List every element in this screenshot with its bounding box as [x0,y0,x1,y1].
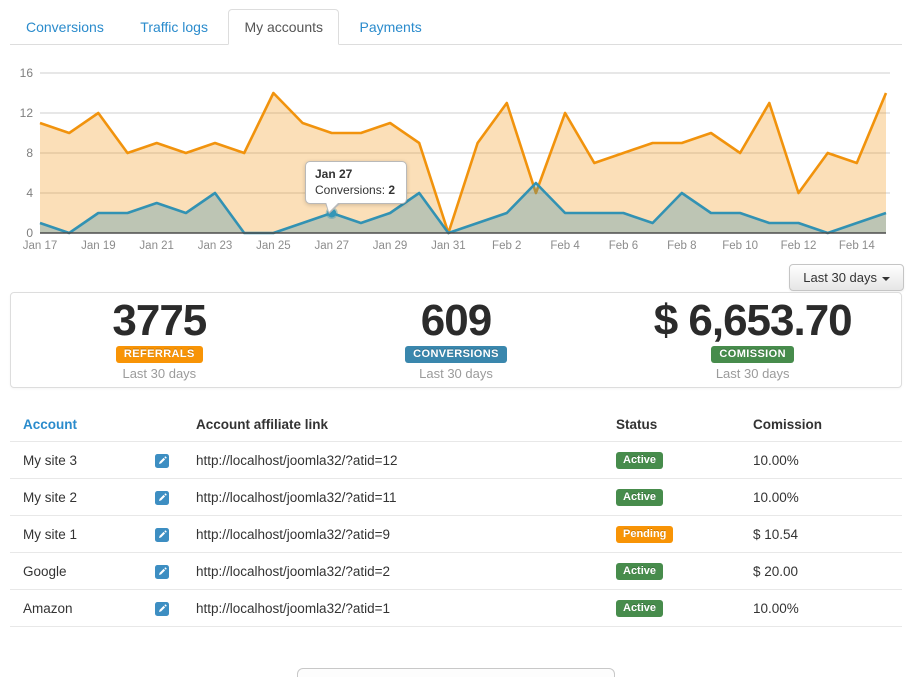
svg-text:Jan 31: Jan 31 [431,240,466,252]
svg-text:16: 16 [20,66,34,80]
affiliate-link: http://localhost/joomla32/?atid=1 [196,590,616,627]
svg-text:Jan 17: Jan 17 [23,240,58,252]
svg-text:Feb 12: Feb 12 [781,240,817,252]
edit-account-icon[interactable] [155,565,169,579]
column-header-comission: Comission [753,408,902,442]
account-name: Google [10,553,155,590]
tab-traffic-logs[interactable]: Traffic logs [124,9,224,45]
tab-my-accounts[interactable]: My accounts [228,9,339,45]
comission-value: 10.00% [753,442,902,479]
chart-plot-area[interactable]: 0 4 8 12 16 Jan 17 Jan 19 Jan 21 Jan 23 Jan 25 Jan… [0,58,912,260]
svg-text:Feb 4: Feb 4 [550,240,580,252]
edit-account-icon[interactable] [155,528,169,542]
account-name: My site 1 [10,516,155,553]
tab-conversions[interactable]: Conversions [10,9,120,45]
account-name: My site 3 [10,442,155,479]
svg-text:Feb 14: Feb 14 [839,240,875,252]
comission-value: $ 20.00 [753,553,902,590]
comission-value: 10.00% [753,479,902,516]
status-badge: Pending [616,526,673,543]
affiliate-link: http://localhost/joomla32/?atid=11 [196,479,616,516]
tab-payments[interactable]: Payments [343,9,437,45]
comission-amount: $ 6,653.70 [604,299,901,343]
table-row: Amazon http://localhost/joomla32/?atid=1A… [10,590,902,627]
tooltip-date: Jan 27 [315,166,395,182]
range-select-label: Last 30 days [803,270,877,285]
table-row: My site 3 http://localhost/joomla32/?atid… [10,442,902,479]
referrals-caption: Last 30 days [11,366,308,381]
accounts-table: Account Account affiliate link Status Co… [10,408,902,627]
affiliate-link: http://localhost/joomla32/?atid=12 [196,442,616,479]
comission-caption: Last 30 days [604,366,901,381]
tab-bar: Conversions Traffic logs My accounts Pay… [10,9,902,45]
tooltip-label: Conversions: [315,183,388,197]
stat-comission: $ 6,653.70 COMISSION Last 30 days [604,299,901,381]
svg-text:4: 4 [26,186,33,200]
table-row: My site 1 http://localhost/joomla32/?atid… [10,516,902,553]
status-badge: Active [616,563,663,580]
my-accounts-page: Conversions Traffic logs My accounts Pay… [0,0,912,677]
comission-value: 10.00% [753,590,902,627]
range-select-button[interactable]: Last 30 days [789,264,904,291]
comission-badge: COMISSION [711,346,794,363]
status-badge: Active [616,452,663,469]
svg-text:Jan 19: Jan 19 [81,240,116,252]
column-header-link: Account affiliate link [196,408,616,442]
svg-text:0: 0 [26,226,33,240]
affiliate-link: http://localhost/joomla32/?atid=9 [196,516,616,553]
table-row: Google http://localhost/joomla32/?atid=2A… [10,553,902,590]
referrals-count: 3775 [11,299,308,343]
tooltip-body: Conversions: 2 [315,182,395,198]
conversions-badge: CONVERSIONS [405,346,507,363]
status-badge: Active [616,489,663,506]
comission-value: $ 10.54 [753,516,902,553]
stat-referrals: 3775 REFERRALS Last 30 days [11,299,308,381]
stat-conversions: 609 CONVERSIONS Last 30 days [308,299,605,381]
svg-text:Feb 6: Feb 6 [609,240,638,252]
svg-text:8: 8 [26,146,33,160]
affiliate-link: http://localhost/joomla32/?atid=2 [196,553,616,590]
conversions-caption: Last 30 days [308,366,605,381]
stats-panel: 3775 REFERRALS Last 30 days 609 CONVERSI… [10,292,902,388]
tooltip-value: 2 [388,183,395,197]
table-header-row: Account Account affiliate link Status Co… [10,408,902,442]
status-badge: Active [616,600,663,617]
column-header-account[interactable]: Account [10,408,155,442]
account-name: My site 2 [10,479,155,516]
svg-text:Jan 27: Jan 27 [314,240,349,252]
svg-text:Jan 23: Jan 23 [198,240,233,252]
svg-text:Jan 21: Jan 21 [139,240,174,252]
column-header-edit [155,408,196,442]
edit-account-icon[interactable] [155,454,169,468]
bottom-button-partial[interactable] [297,668,615,677]
svg-text:Feb 8: Feb 8 [667,240,696,252]
svg-text:Feb 10: Feb 10 [722,240,758,252]
svg-text:12: 12 [20,106,34,120]
table-row: My site 2 http://localhost/joomla32/?atid… [10,479,902,516]
chevron-down-icon [882,277,890,281]
conversions-referrals-chart: 0 4 8 12 16 Jan 17 Jan 19 Jan 21 Jan 23 Jan 25 Jan… [0,58,912,260]
svg-text:Feb 2: Feb 2 [492,240,521,252]
svg-text:Jan 29: Jan 29 [373,240,408,252]
edit-account-icon[interactable] [155,491,169,505]
column-header-status: Status [616,408,753,442]
edit-account-icon[interactable] [155,602,169,616]
svg-text:Jan 25: Jan 25 [256,240,291,252]
chart-tooltip: Jan 27 Conversions: 2 [305,161,407,204]
referrals-badge: REFERRALS [116,346,203,363]
account-name: Amazon [10,590,155,627]
conversions-count: 609 [308,299,605,343]
